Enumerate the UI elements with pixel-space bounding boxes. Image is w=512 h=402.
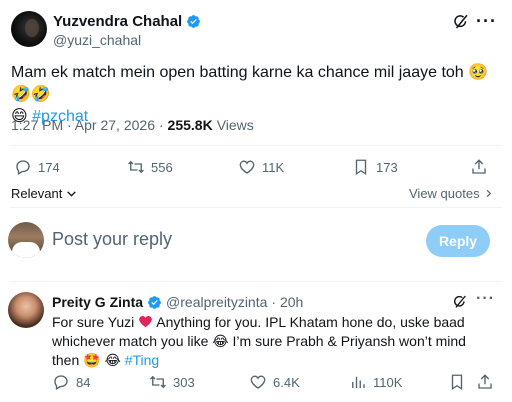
repost-count: 556 <box>151 159 173 175</box>
more-options-icon[interactable]: ··· <box>476 11 497 32</box>
views-count: 255.8K <box>167 117 213 133</box>
repost-action[interactable]: 556 <box>127 158 173 176</box>
bookmark-count: 173 <box>376 159 398 175</box>
like-count: 11K <box>262 159 285 175</box>
heart-icon <box>239 160 255 174</box>
author-avatar[interactable] <box>11 11 47 47</box>
reply-author-name[interactable]: Preity G Zinta <box>52 294 143 310</box>
views-label: Views <box>216 117 254 133</box>
tweet-timestamp[interactable]: 1:27 PM · Apr 27, 2026 · <box>11 117 164 133</box>
reply-action[interactable]: 84 <box>52 373 90 391</box>
reply-author-avatar[interactable] <box>8 292 44 328</box>
like-action[interactable]: 11K <box>238 158 284 176</box>
tweet-text-body: Mam ek match mein open batting karne ka … <box>11 64 489 103</box>
reply-action[interactable]: 174 <box>14 158 60 176</box>
reply-count: 84 <box>76 374 91 390</box>
tweet-meta: 1:27 PM · Apr 27, 2026 · 255.8K Views <box>11 117 254 133</box>
my-avatar[interactable] <box>8 222 44 258</box>
bookmark-icon <box>451 374 463 391</box>
reply-hashtag[interactable]: #Ting <box>125 352 160 368</box>
sort-label: Relevant <box>11 186 63 201</box>
more-options-icon[interactable]: ··· <box>476 290 495 308</box>
author-name-row[interactable]: Yuzvendra Chahal <box>53 13 201 30</box>
sort-dropdown[interactable]: Relevant <box>11 186 78 201</box>
reply-count: 174 <box>38 159 60 175</box>
author-handle[interactable]: @yuzi_chahal <box>53 32 141 48</box>
reply-icon <box>54 375 68 390</box>
repost-action[interactable]: 303 <box>149 373 195 391</box>
heart-icon <box>250 375 266 389</box>
bookmark-icon <box>355 159 367 176</box>
views-count: 110K <box>373 374 403 390</box>
verified-badge-icon <box>186 14 201 29</box>
repost-count: 303 <box>173 374 195 390</box>
grok-icon[interactable] <box>452 13 470 31</box>
repost-icon <box>150 375 166 389</box>
divider <box>10 145 502 146</box>
share-action[interactable] <box>470 158 488 176</box>
view-quotes-label: View quotes <box>409 186 480 201</box>
like-count: 6.4K <box>273 374 300 390</box>
chevron-down-icon <box>67 191 77 197</box>
share-icon <box>478 374 492 389</box>
reply-author-handle[interactable]: @realpreityzinta <box>166 294 267 310</box>
bookmark-action[interactable] <box>448 373 466 391</box>
author-name[interactable]: Yuzvendra Chahal <box>53 13 182 30</box>
share-icon <box>472 159 486 174</box>
red-heart-icon <box>139 315 152 328</box>
verified-badge-icon <box>147 295 162 310</box>
like-action[interactable]: 6.4K <box>249 373 300 391</box>
share-action[interactable] <box>476 373 494 391</box>
views-action[interactable]: 110K <box>349 373 402 391</box>
bookmark-action[interactable]: 173 <box>352 158 398 176</box>
reply-text: For sure Yuzi Anything for you. IPL Khat… <box>52 313 497 370</box>
analytics-icon <box>352 376 365 388</box>
reply-header: Preity G Zinta @realpreityzinta · 20h <box>52 294 303 310</box>
reply-icon <box>16 160 30 175</box>
reply-input[interactable]: Post your reply <box>52 229 172 250</box>
chevron-right-icon <box>486 189 491 198</box>
reply-button[interactable]: Reply <box>426 225 490 257</box>
reply-text-part1: For sure Yuzi <box>52 314 135 330</box>
reply-time[interactable]: · 20h <box>271 294 303 310</box>
repost-icon <box>128 160 144 174</box>
divider <box>10 281 502 282</box>
grok-icon[interactable] <box>452 294 468 310</box>
divider <box>10 207 502 208</box>
view-quotes-link[interactable]: View quotes <box>409 186 494 201</box>
